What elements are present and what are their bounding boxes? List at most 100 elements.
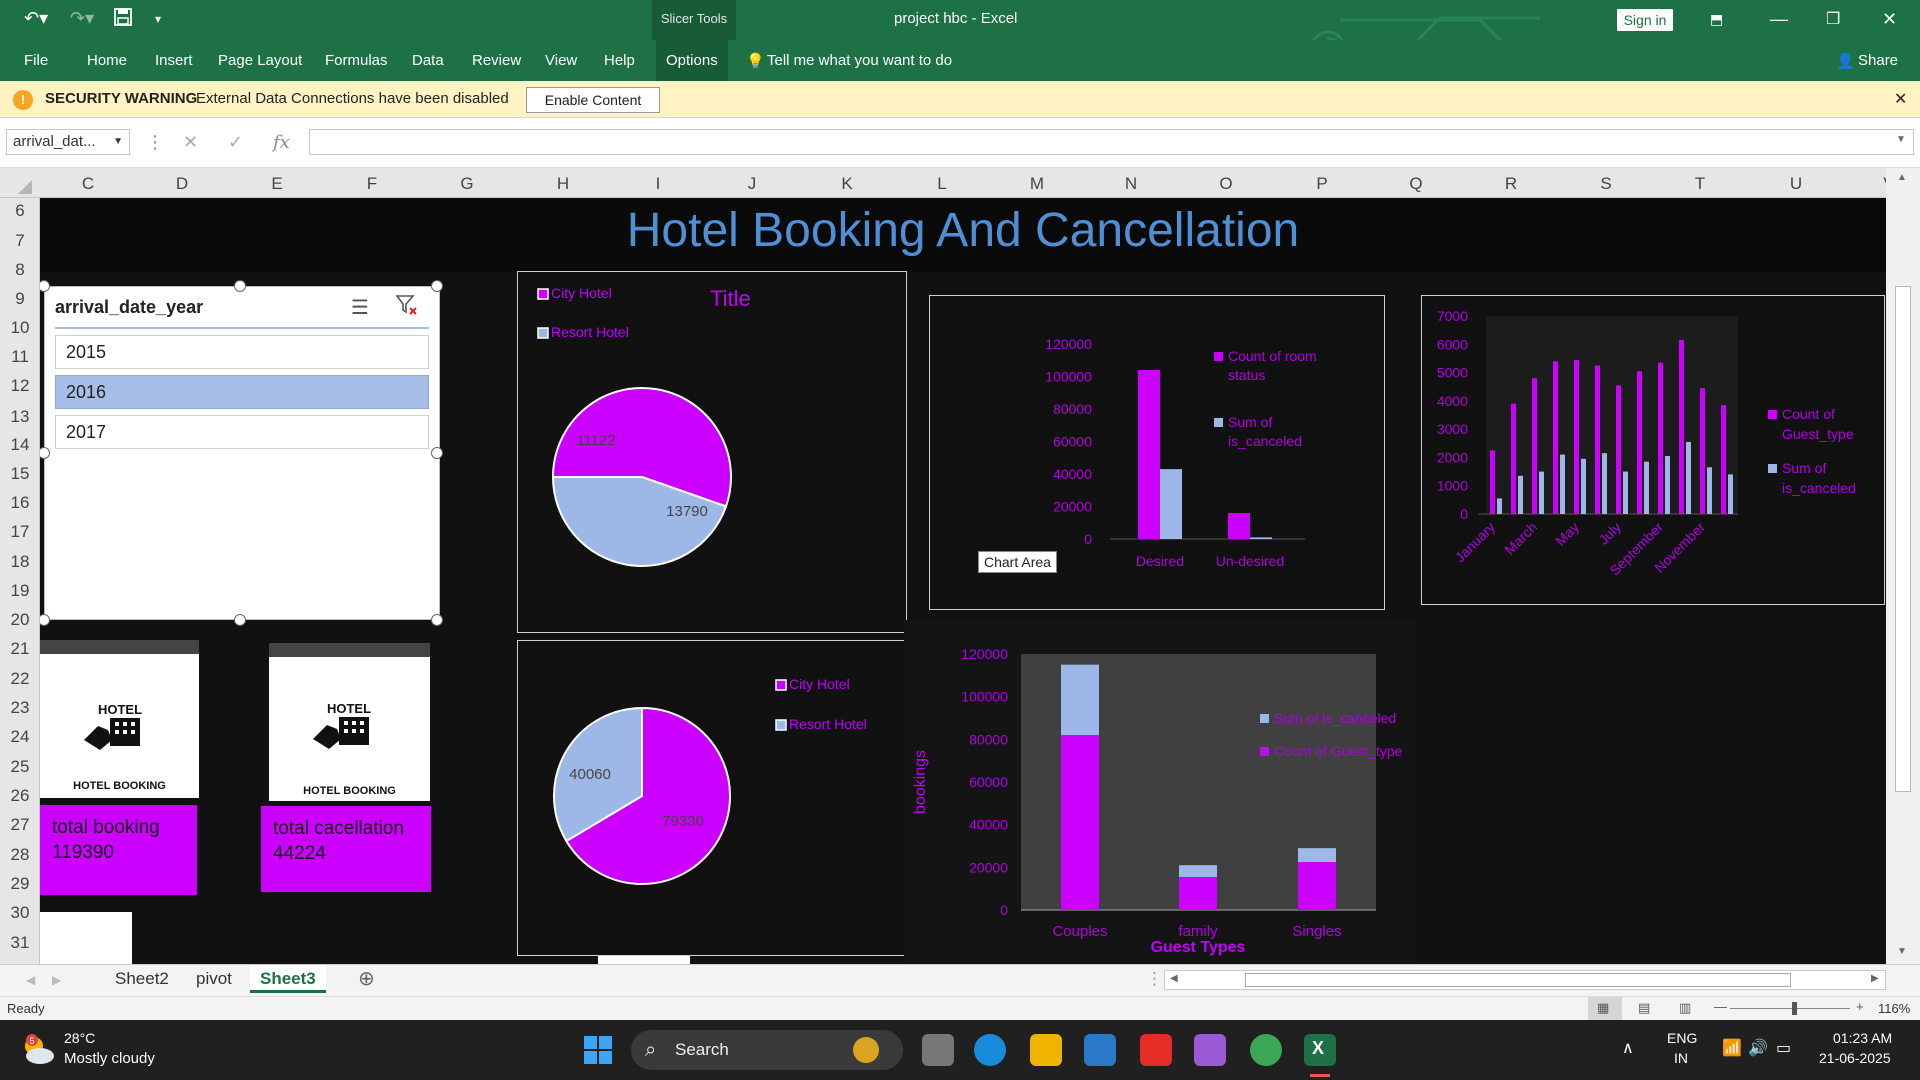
resize-handle[interactable] bbox=[234, 614, 246, 626]
row-header-20[interactable]: 20 bbox=[0, 610, 40, 630]
row-header-23[interactable]: 23 bbox=[0, 698, 40, 718]
column-header-e[interactable]: E bbox=[257, 174, 297, 194]
column-header-g[interactable]: G bbox=[447, 174, 487, 194]
tab-view[interactable]: View bbox=[545, 52, 577, 69]
weather-icon[interactable]: 5 bbox=[20, 1032, 56, 1066]
resize-handle[interactable] bbox=[40, 614, 50, 626]
row-header-28[interactable]: 28 bbox=[0, 845, 40, 865]
tell-me-search[interactable]: Tell me what you want to do bbox=[767, 52, 952, 69]
chrome-icon[interactable] bbox=[1250, 1034, 1282, 1066]
row-header-16[interactable]: 16 bbox=[0, 493, 40, 513]
youtube-icon[interactable] bbox=[1140, 1034, 1172, 1066]
sheet-tab-pivot[interactable]: pivot bbox=[196, 969, 232, 989]
h-scroll-thumb[interactable] bbox=[1245, 973, 1791, 987]
tab-review[interactable]: Review bbox=[472, 52, 521, 69]
resize-handle[interactable] bbox=[431, 447, 443, 459]
clock-time[interactable]: 01:23 AM bbox=[1833, 1030, 1892, 1046]
room-status-chart-panel[interactable]: 120000 100000 80000 60000 40000 20000 0 Desired… bbox=[929, 295, 1385, 610]
zoom-out-button[interactable]: — bbox=[1714, 999, 1727, 1014]
tab-insert[interactable]: Insert bbox=[155, 52, 193, 69]
share-button[interactable]: Share bbox=[1858, 52, 1898, 69]
zoom-slider-thumb[interactable] bbox=[1792, 1002, 1797, 1015]
pie-chart-2-panel[interactable]: 79330 40060 City Hotel Resort Hotel bbox=[517, 640, 907, 956]
column-header-q[interactable]: Q bbox=[1396, 174, 1436, 194]
prev-sheet-icon[interactable]: ◀ bbox=[26, 973, 35, 987]
column-header-m[interactable]: M bbox=[1017, 174, 1057, 194]
row-header-15[interactable]: 15 bbox=[0, 464, 40, 484]
zoom-level[interactable]: 116% bbox=[1878, 1001, 1910, 1016]
column-header-f[interactable]: F bbox=[352, 174, 392, 194]
column-header-i[interactable]: I bbox=[638, 174, 678, 194]
column-header-k[interactable]: K bbox=[827, 174, 867, 194]
pie-chart-1-panel[interactable]: Title 13790 11122 City Hotel Resort Hotel bbox=[517, 271, 907, 633]
row-header-30[interactable]: 30 bbox=[0, 903, 40, 923]
row-header-22[interactable]: 22 bbox=[0, 669, 40, 689]
row-header-29[interactable]: 29 bbox=[0, 874, 40, 894]
close-warning-icon[interactable]: ✕ bbox=[1894, 89, 1907, 109]
tab-home[interactable]: Home bbox=[87, 52, 127, 69]
row-header-10[interactable]: 10 bbox=[0, 318, 40, 338]
battery-icon[interactable]: ▭ bbox=[1776, 1038, 1791, 1058]
select-all-icon[interactable] bbox=[14, 180, 32, 194]
column-header-l[interactable]: L bbox=[922, 174, 962, 194]
horizontal-scrollbar[interactable]: ◀ ▶ bbox=[1164, 970, 1886, 990]
formula-input[interactable] bbox=[309, 129, 1914, 155]
slicer-item-2017[interactable]: 2017 bbox=[55, 415, 429, 449]
row-header-31[interactable]: 31 bbox=[0, 933, 40, 953]
sheet-tab-sheet2[interactable]: Sheet2 bbox=[115, 969, 169, 989]
monthly-chart-panel[interactable]: 7000 6000 5000 4000 3000 2000 1000 0 January Marc… bbox=[1421, 295, 1885, 605]
row-header-24[interactable]: 24 bbox=[0, 727, 40, 747]
next-sheet-icon[interactable]: ▶ bbox=[52, 973, 61, 987]
sign-in-button[interactable]: Sign in bbox=[1617, 9, 1673, 31]
confirm-entry-icon[interactable]: ✓ bbox=[228, 132, 243, 153]
year-slicer[interactable]: arrival_date_year ☰ 2015 2016 2017 bbox=[44, 286, 440, 620]
copilot-icon[interactable] bbox=[1194, 1034, 1226, 1066]
ribbon-display-icon[interactable]: ⬒ bbox=[1710, 11, 1723, 28]
slicer-item-2015[interactable]: 2015 bbox=[55, 335, 429, 369]
edge-icon[interactable] bbox=[974, 1034, 1006, 1066]
tab-help[interactable]: Help bbox=[604, 52, 635, 69]
scroll-left-icon[interactable]: ◀ bbox=[1170, 973, 1178, 984]
excel-icon[interactable]: X bbox=[1304, 1034, 1336, 1066]
row-header-8[interactable]: 8 bbox=[0, 260, 40, 280]
scroll-down-icon[interactable]: ▼ bbox=[1897, 946, 1907, 957]
row-header-26[interactable]: 26 bbox=[0, 786, 40, 806]
tab-file[interactable]: File bbox=[24, 52, 48, 69]
customize-qat-icon[interactable]: ▾ bbox=[155, 12, 161, 26]
column-header-t[interactable]: T bbox=[1680, 174, 1720, 194]
slicer-item-2016[interactable]: 2016 bbox=[55, 375, 429, 409]
zoom-slider[interactable] bbox=[1730, 1008, 1850, 1009]
task-view-icon[interactable] bbox=[922, 1034, 954, 1066]
row-header-7[interactable]: 7 bbox=[0, 231, 40, 251]
row-header-27[interactable]: 27 bbox=[0, 815, 40, 835]
add-sheet-icon[interactable]: ⊕ bbox=[358, 966, 375, 991]
row-header-13[interactable]: 13 bbox=[0, 407, 40, 427]
column-header-d[interactable]: D bbox=[162, 174, 202, 194]
vertical-scrollbar[interactable]: ▲ ▼ bbox=[1886, 168, 1920, 964]
splitter-icon[interactable]: ⋮ bbox=[1146, 969, 1163, 989]
sheet-tab-sheet3[interactable]: Sheet3 bbox=[250, 965, 326, 993]
taskbar-search[interactable]: ⌕ Search bbox=[631, 1030, 903, 1070]
lang-primary[interactable]: ENG bbox=[1667, 1030, 1697, 1046]
row-header-9[interactable]: 9 bbox=[0, 289, 40, 309]
insert-function-icon[interactable]: fx bbox=[273, 132, 290, 153]
row-header-19[interactable]: 19 bbox=[0, 581, 40, 601]
wifi-icon[interactable]: 📶 bbox=[1722, 1038, 1742, 1058]
column-header-u[interactable]: U bbox=[1776, 174, 1816, 194]
column-header-h[interactable]: H bbox=[543, 174, 583, 194]
column-header-s[interactable]: S bbox=[1586, 174, 1626, 194]
chevron-down-icon[interactable]: ▼ bbox=[113, 130, 123, 154]
clock-date[interactable]: 21-06-2025 bbox=[1819, 1050, 1891, 1066]
row-header-12[interactable]: 12 bbox=[0, 376, 40, 396]
undo-icon[interactable]: ↶▾ bbox=[24, 8, 48, 29]
tab-formulas[interactable]: Formulas bbox=[325, 52, 388, 69]
row-header-11[interactable]: 11 bbox=[0, 347, 40, 367]
restore-button[interactable]: ❐ bbox=[1826, 9, 1840, 29]
scroll-thumb[interactable] bbox=[1895, 286, 1911, 792]
row-header-18[interactable]: 18 bbox=[0, 552, 40, 572]
row-header-6[interactable]: 6 bbox=[0, 201, 40, 221]
share-icon[interactable]: 👤 bbox=[1836, 52, 1855, 70]
tab-options[interactable]: Options bbox=[656, 40, 728, 81]
column-header-n[interactable]: N bbox=[1111, 174, 1151, 194]
redo-icon[interactable]: ↷▾ bbox=[70, 8, 94, 29]
